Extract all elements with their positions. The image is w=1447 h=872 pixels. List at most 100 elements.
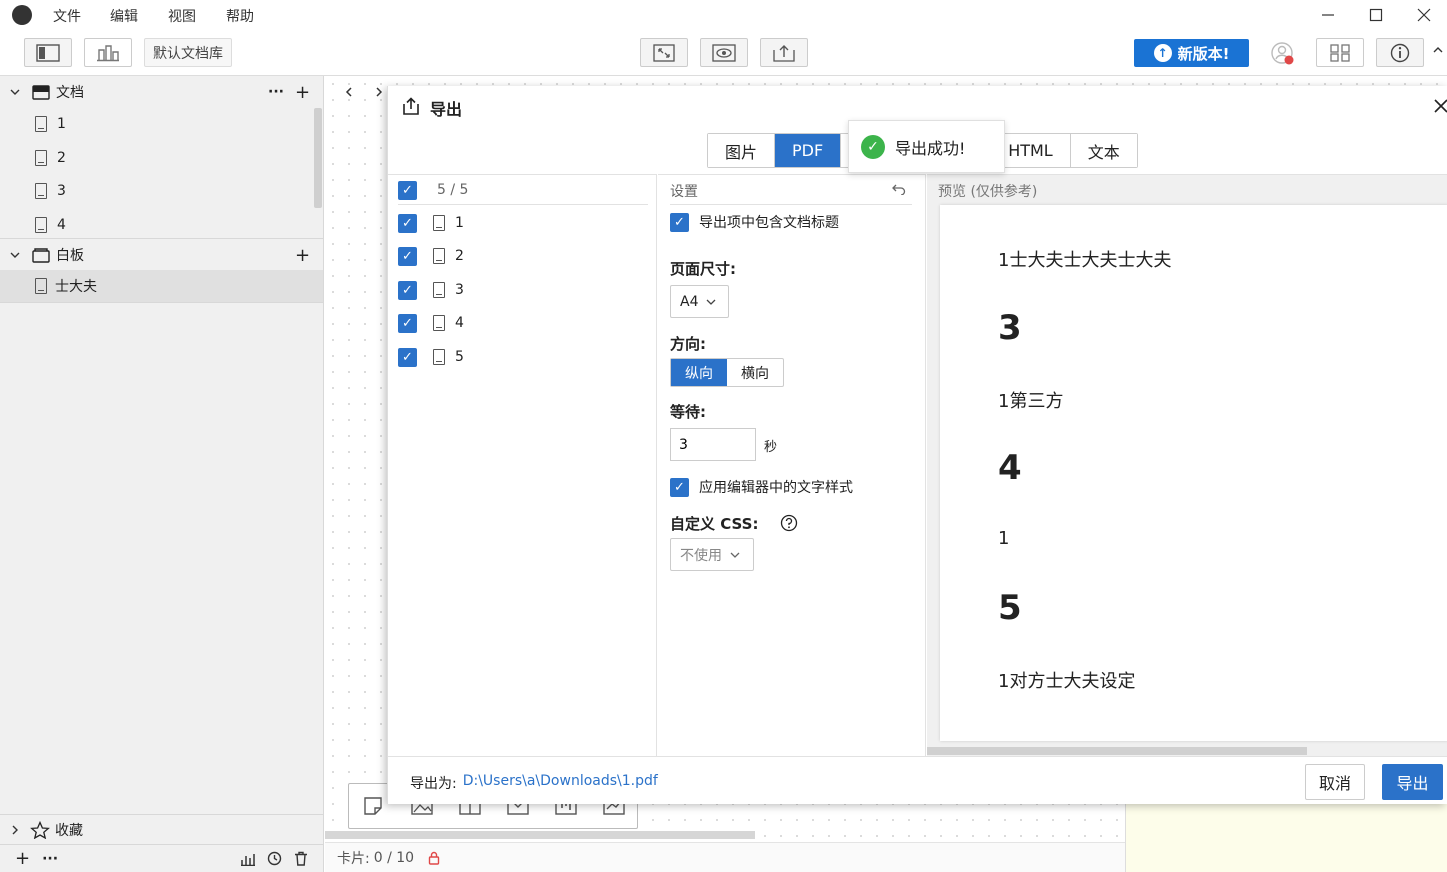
maximize-icon[interactable] [1363, 3, 1389, 27]
list-item[interactable]: ✓ 3 [398, 280, 464, 300]
item-checkbox[interactable]: ✓ [398, 213, 417, 233]
chevron-right-icon[interactable] [373, 86, 385, 98]
apply-style-checkbox[interactable]: ✓ [670, 477, 689, 497]
item-label: 1 [455, 215, 464, 231]
chevron-down-icon [707, 299, 716, 305]
preview-text: 1 [998, 528, 1010, 549]
check-circle-icon: ✓ [861, 134, 885, 159]
close-window-icon[interactable] [1411, 3, 1437, 27]
chevron-down-icon [730, 552, 740, 558]
sidebar-section-boards[interactable]: 白板 + [0, 240, 323, 270]
item-checkbox[interactable]: ✓ [398, 347, 417, 367]
document-icon [433, 282, 445, 298]
new-version-label: 新版本! [1177, 44, 1230, 63]
landscape-option[interactable]: 横向 [727, 359, 783, 386]
menu-view[interactable]: 视图 [168, 6, 196, 26]
wait-input[interactable] [670, 428, 756, 461]
export-path-link[interactable]: D:\Users\a\Downloads\1.pdf [463, 773, 658, 793]
item-checkbox[interactable]: ✓ [398, 246, 417, 266]
success-toast: ✓ 导出成功! [848, 120, 1005, 173]
tab-image[interactable]: 图片 [708, 134, 776, 167]
fullscreen-button[interactable] [640, 38, 688, 67]
export-toolbar-button[interactable] [760, 38, 808, 67]
apply-style-option[interactable]: ✓ 应用编辑器中的文字样式 [670, 477, 853, 497]
sidebar-more-button[interactable]: ··· [42, 851, 58, 867]
list-item[interactable]: ✓ 5 [398, 347, 464, 367]
sidebar-doc-3[interactable]: 3 [0, 175, 314, 207]
settings-panel: 设置 ✓ 导出项中包含文档标题 页面尺寸: A4 方向: 纵向 横向 等待: 秒… [658, 174, 926, 756]
preview-text: 1第三方 [998, 391, 1064, 412]
menu-file[interactable]: 文件 [53, 6, 81, 26]
board-view-button[interactable] [84, 38, 132, 67]
menu-edit[interactable]: 编辑 [110, 6, 138, 26]
list-item[interactable]: ✓ 1 [398, 213, 464, 233]
divider [670, 204, 912, 205]
add-board-icon[interactable]: + [295, 245, 310, 266]
sidebar-scrollbar[interactable] [314, 108, 322, 208]
reset-icon[interactable] [892, 183, 906, 195]
orientation-toggle: 纵向 横向 [670, 358, 784, 387]
tab-text[interactable]: 文本 [1070, 134, 1137, 167]
portrait-option[interactable]: 纵向 [671, 359, 727, 386]
help-circle-icon[interactable] [780, 514, 798, 532]
divider [398, 204, 648, 205]
canvas-scrollbar[interactable] [325, 831, 755, 839]
menu-help[interactable]: 帮助 [226, 6, 254, 26]
layout-grid-button[interactable] [1316, 38, 1364, 67]
toggle-sidebar-button[interactable] [24, 38, 72, 67]
lock-icon[interactable] [428, 851, 440, 865]
document-icon [433, 349, 445, 365]
include-title-label: 导出项中包含文档标题 [699, 215, 839, 231]
sidebar-board-item[interactable]: 士大夫 [0, 270, 323, 302]
add-doc-icon[interactable]: + [295, 82, 310, 103]
sidebar-doc-2[interactable]: 2 [0, 142, 314, 174]
sidebar-doc-4[interactable]: 4 [0, 209, 314, 241]
trash-icon[interactable] [294, 851, 308, 866]
chevron-left-icon[interactable] [343, 86, 355, 98]
sidebar: 文档 ··· + 1 2 3 4 白板 + 士大夫 收藏 + ··· [0, 76, 324, 872]
page-size-select[interactable]: A4 [670, 285, 729, 318]
page-size-value: A4 [680, 293, 699, 310]
select-all-checkbox[interactable]: ✓ [398, 180, 417, 200]
select-all-row[interactable]: ✓ 5 / 5 [398, 180, 468, 200]
stats-icon[interactable] [240, 852, 256, 866]
library-button[interactable]: 默认文档库 [144, 38, 232, 67]
export-button[interactable]: 导出 [1382, 764, 1443, 800]
add-icon[interactable]: + [15, 848, 30, 869]
divider [0, 238, 323, 239]
sidebar-doc-1[interactable]: 1 [0, 108, 314, 140]
list-item[interactable]: ✓ 2 [398, 246, 464, 266]
minimize-icon[interactable] [1315, 3, 1341, 27]
include-title-checkbox[interactable]: ✓ [670, 212, 689, 232]
close-dialog-icon[interactable] [1434, 99, 1447, 113]
new-version-button[interactable]: ↑ 新版本! [1134, 39, 1249, 67]
cancel-button[interactable]: 取消 [1305, 764, 1365, 800]
share-export-icon [403, 97, 419, 115]
selected-count: 5 / 5 [437, 182, 469, 198]
item-checkbox[interactable]: ✓ [398, 280, 417, 300]
settings-header: 设置 [670, 184, 698, 200]
item-checkbox[interactable]: ✓ [398, 313, 417, 333]
favorites-label: 收藏 [55, 822, 83, 839]
title-bar: 文件 编辑 视图 帮助 [0, 0, 1447, 30]
history-icon[interactable] [267, 851, 282, 866]
chevron-up-icon[interactable] [1432, 44, 1444, 56]
tab-pdf[interactable]: PDF [775, 134, 842, 167]
custom-css-select[interactable]: 不使用 [670, 538, 754, 571]
user-avatar-icon[interactable] [1270, 42, 1296, 66]
dialog-footer: 导出为: D:\Users\a\Downloads\1.pdf 取消 导出 [388, 756, 1447, 804]
include-title-option[interactable]: ✓ 导出项中包含文档标题 [670, 212, 839, 232]
list-item[interactable]: ✓ 4 [398, 313, 464, 333]
document-icon [35, 116, 47, 132]
inbox-icon [32, 85, 50, 100]
sidebar-section-favorites[interactable]: 收藏 [0, 814, 323, 844]
preview-button[interactable] [700, 38, 748, 67]
sidebar-section-docs[interactable]: 文档 ··· + [0, 77, 323, 107]
cards-label: 卡片: [337, 850, 370, 867]
sticky-note-icon[interactable] [363, 796, 383, 816]
docs-more-button[interactable]: ··· [268, 84, 284, 100]
preview-scrollbar[interactable] [927, 747, 1307, 755]
preview-heading: 4 [998, 448, 1022, 488]
info-button[interactable] [1376, 38, 1424, 67]
doc-label: 2 [57, 150, 66, 166]
